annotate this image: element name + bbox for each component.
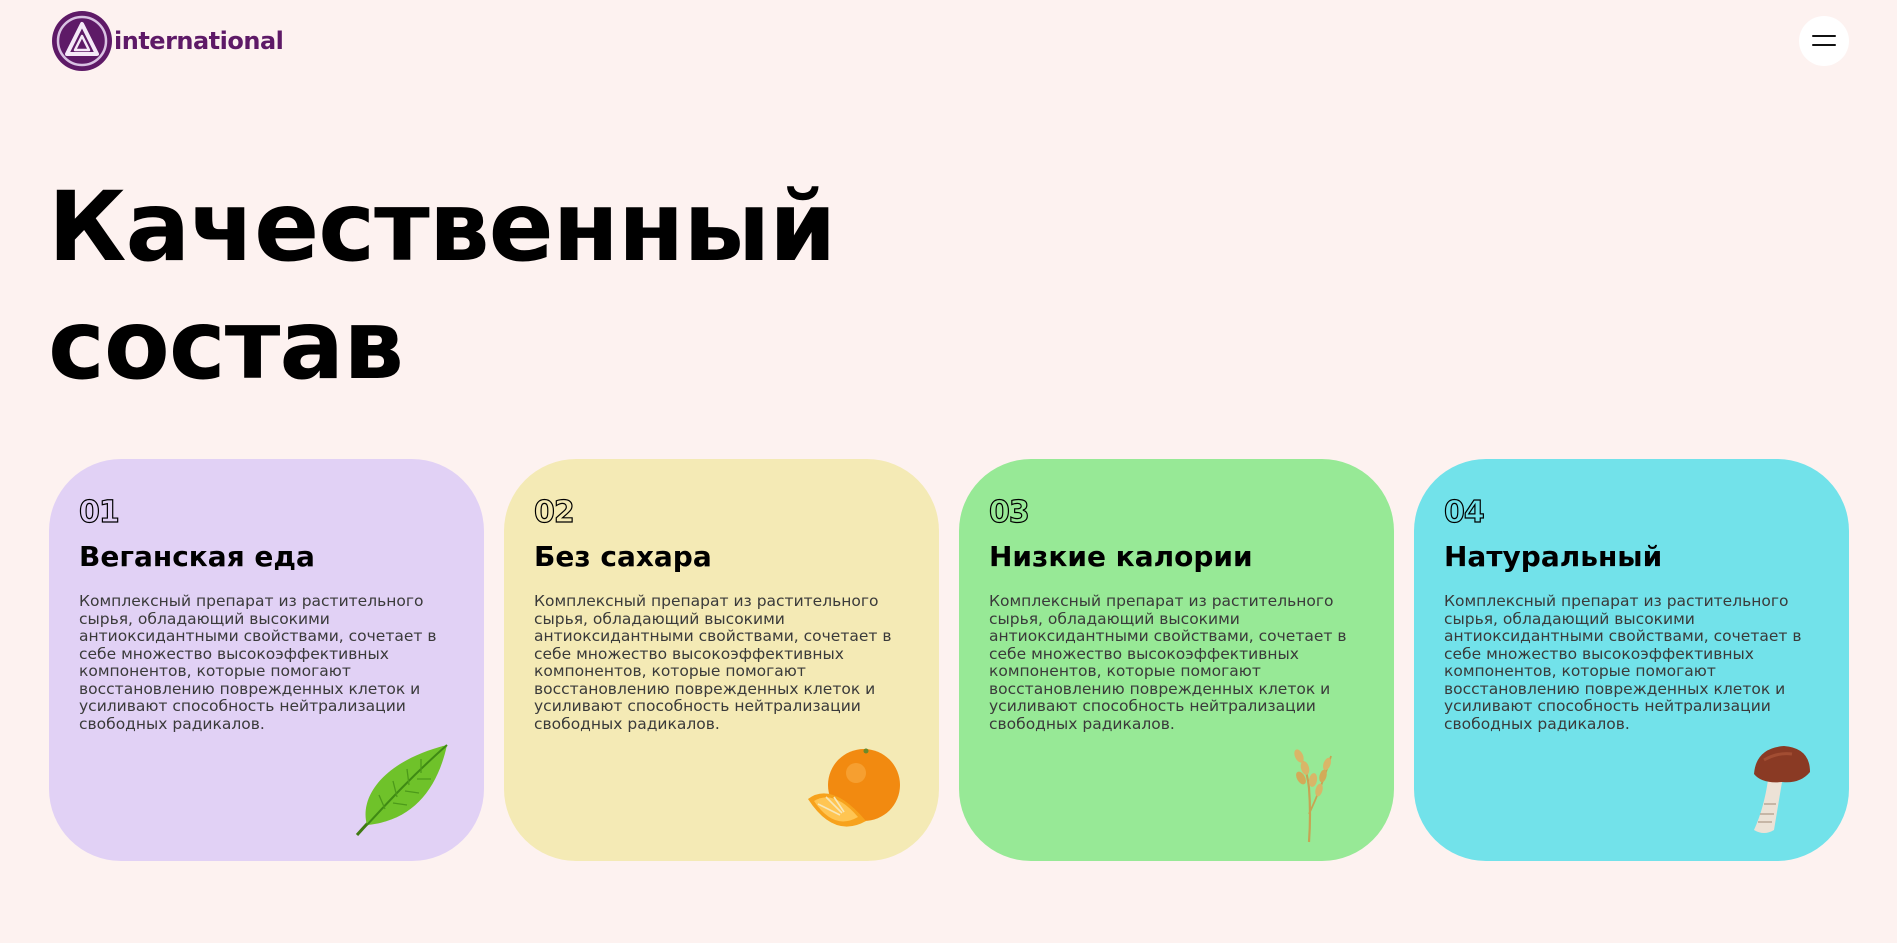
hamburger-menu-icon (1812, 35, 1836, 37)
feature-cards: 01 Веганская еда Комплексный препарат из… (49, 459, 1849, 861)
feature-card-vegan: 01 Веганская еда Комплексный препарат из… (49, 459, 484, 861)
site-header: international (0, 0, 1897, 80)
wheat-icon (1294, 749, 1332, 843)
card-number: 03 (988, 494, 1030, 530)
card-description: Комплексный препарат из растительного сы… (79, 592, 437, 733)
logo-mark-icon (52, 11, 112, 71)
card-description: Комплексный препарат из растительного сы… (989, 592, 1347, 733)
card-number: 01 (78, 494, 120, 530)
card-title: Натуральный (1444, 540, 1663, 573)
page-title-line-1: Качественный (48, 171, 836, 283)
card-description: Комплексный препарат из растительного сы… (534, 592, 892, 733)
page-title: Качественный состав (48, 168, 836, 404)
page-title-line-2: состав (48, 289, 404, 401)
feature-card-no-sugar: 02 Без сахара Комплексный препарат из ра… (504, 459, 939, 861)
card-number: 04 (1443, 494, 1485, 530)
logo-text: international (114, 27, 284, 55)
card-title: Низкие калории (989, 540, 1253, 573)
card-number: 02 (533, 494, 575, 530)
card-description: Комплексный препарат из растительного сы… (1444, 592, 1802, 733)
hamburger-menu-icon-line (1812, 44, 1836, 46)
orange-icon (808, 748, 900, 827)
feature-card-low-calories: 03 Низкие калории Комплексный препарат и… (959, 459, 1394, 861)
menu-button[interactable] (1799, 16, 1849, 66)
card-title: Без сахара (534, 540, 712, 573)
mushroom-icon (1754, 746, 1810, 833)
logo-link[interactable]: international (51, 10, 284, 72)
card-title: Веганская еда (79, 540, 315, 573)
feature-card-natural: 04 Натуральный Комплексный препарат из р… (1414, 459, 1849, 861)
leaf-icon (355, 744, 448, 836)
